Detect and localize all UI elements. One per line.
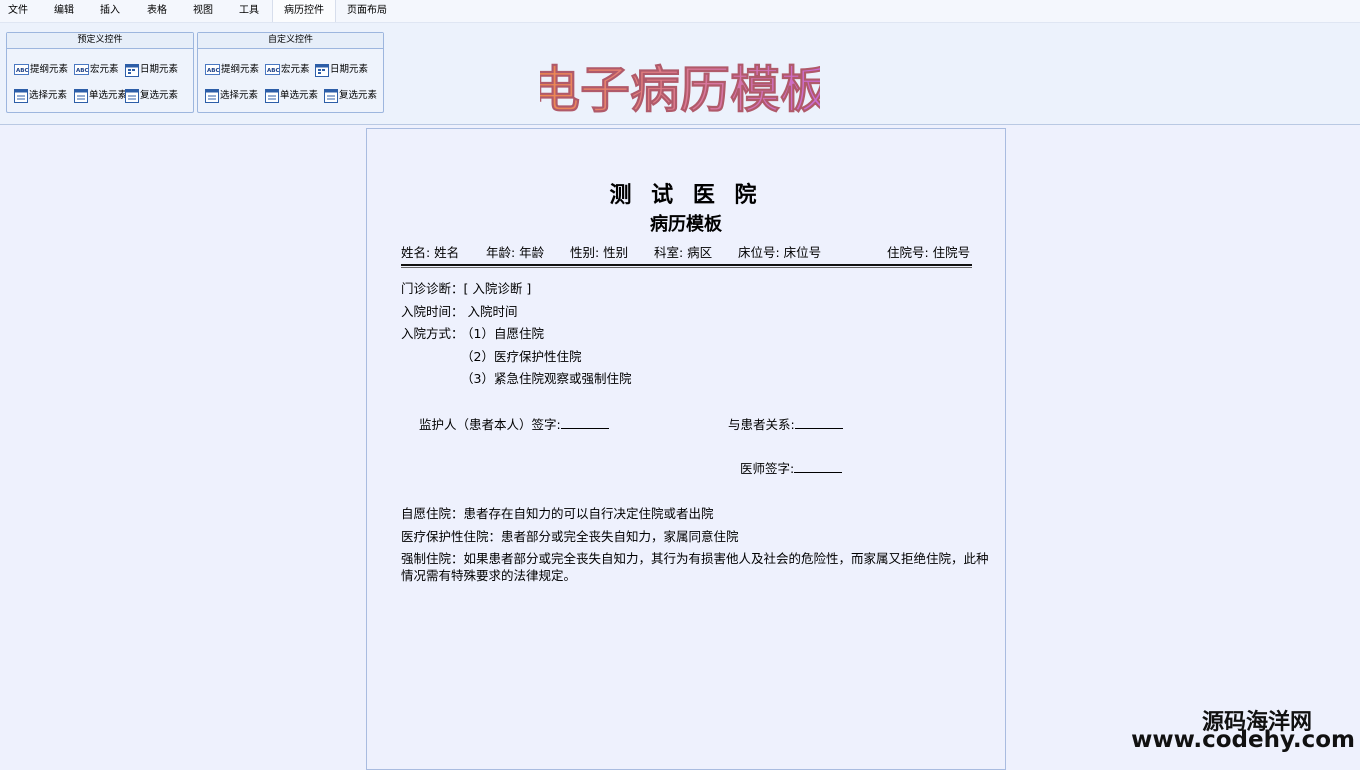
abc-field-icon: ABC bbox=[14, 64, 29, 75]
predefined-radio-button[interactable]: 单选元素 bbox=[74, 88, 127, 104]
button-label: 选择元素 bbox=[220, 90, 259, 101]
button-label: 宏元素 bbox=[281, 64, 310, 75]
doctor-signature-label: 医师签字: bbox=[740, 461, 795, 476]
admission-mode-option[interactable]: （1）自愿住院 bbox=[461, 323, 544, 342]
relation-label: 与患者关系: bbox=[728, 417, 795, 432]
custom-radio-button[interactable]: 单选元素 bbox=[265, 88, 318, 104]
menu-bar: 文件 编辑 插入 表格 视图 工具 病历控件 页面布局 bbox=[0, 0, 1360, 23]
outpatient-diagnosis[interactable]: 门诊诊断：[ 入院诊断 ] bbox=[401, 278, 531, 297]
menu-tools[interactable]: 工具 bbox=[231, 0, 267, 22]
svg-text:ABC: ABC bbox=[207, 68, 220, 74]
abc-field-icon: ABC bbox=[265, 64, 280, 75]
date-field-icon bbox=[125, 63, 139, 77]
predefined-select-button[interactable]: 选择元素 bbox=[14, 88, 67, 104]
svg-text:ABC: ABC bbox=[267, 68, 280, 74]
guardian-signature[interactable]: 监护人（患者本人）签字: bbox=[419, 414, 609, 433]
select-field-icon bbox=[324, 88, 338, 103]
predefined-outline-button[interactable]: ABC 提纲元素 bbox=[14, 62, 68, 78]
field-bed[interactable]: 床位号: 床位号 bbox=[738, 242, 821, 261]
button-label: 提纲元素 bbox=[30, 64, 69, 75]
banner-title: 电子病历模板 bbox=[540, 61, 820, 120]
button-label: 单选元素 bbox=[280, 90, 319, 101]
admission-mode-label: 入院方式： bbox=[401, 326, 464, 341]
signature-blank[interactable] bbox=[560, 416, 609, 429]
custom-outline-button[interactable]: ABC 提纲元素 bbox=[205, 62, 259, 78]
guardian-signature-label: 监护人（患者本人）签字: bbox=[419, 417, 561, 432]
document-subtitle: 病历模板 bbox=[650, 214, 722, 235]
note-line: 自愿住院：患者存在自知力的可以自行决定住院或者出院 bbox=[401, 506, 714, 521]
custom-group-title: 自定义控件 bbox=[198, 33, 383, 49]
abc-field-icon: ABC bbox=[74, 64, 89, 75]
button-label: 宏元素 bbox=[90, 64, 119, 75]
menu-file[interactable]: 文件 bbox=[0, 0, 36, 22]
svg-text:ABC: ABC bbox=[76, 68, 89, 74]
button-label: 选择元素 bbox=[29, 90, 68, 101]
custom-controls-group: 自定义控件 ABC 提纲元素 ABC 宏元素 日期元素 选择元素 单选元素 复选元素 bbox=[197, 32, 384, 113]
signature-blank[interactable] bbox=[794, 416, 843, 429]
svg-text:ABC: ABC bbox=[16, 68, 29, 74]
header-divider-thin bbox=[401, 267, 972, 268]
admission-mode-option[interactable]: （3）紧急住院观察或强制住院 bbox=[461, 368, 631, 387]
menu-emr-controls[interactable]: 病历控件 bbox=[272, 0, 336, 22]
field-admission-no[interactable]: 住院号: 住院号 bbox=[887, 242, 970, 261]
button-label: 单选元素 bbox=[89, 90, 128, 101]
doctor-signature[interactable]: 医师签字: bbox=[740, 458, 843, 477]
button-label: 日期元素 bbox=[330, 64, 369, 75]
admission-mode-option[interactable]: （2）医疗保护性住院 bbox=[461, 346, 581, 365]
button-label: 复选元素 bbox=[140, 90, 179, 101]
field-department[interactable]: 科室: 病区 bbox=[654, 242, 712, 261]
predefined-checkbox-button[interactable]: 复选元素 bbox=[125, 88, 178, 104]
select-field-icon bbox=[205, 88, 219, 103]
select-field-icon bbox=[14, 88, 28, 103]
predefined-macro-button[interactable]: ABC 宏元素 bbox=[74, 62, 119, 78]
predefined-controls-group: 预定义控件 ABC 提纲元素 ABC 宏元素 日期元素 选择元素 单选元素 复选元素 bbox=[6, 32, 194, 113]
field-gender[interactable]: 性别: 性别 bbox=[570, 242, 628, 261]
abc-field-icon: ABC bbox=[205, 64, 220, 75]
custom-date-button[interactable]: 日期元素 bbox=[315, 62, 368, 78]
menu-insert[interactable]: 插入 bbox=[92, 0, 128, 22]
ribbon: 预定义控件 ABC 提纲元素 ABC 宏元素 日期元素 选择元素 单选元素 复选元素… bbox=[0, 23, 1360, 125]
custom-select-button[interactable]: 选择元素 bbox=[205, 88, 258, 104]
predefined-group-title: 预定义控件 bbox=[7, 33, 193, 49]
button-label: 提纲元素 bbox=[221, 64, 260, 75]
custom-macro-button[interactable]: ABC 宏元素 bbox=[265, 62, 310, 78]
menu-view[interactable]: 视图 bbox=[185, 0, 221, 22]
admission-time[interactable]: 入院时间： 入院时间 bbox=[401, 301, 517, 320]
button-label: 日期元素 bbox=[140, 64, 179, 75]
field-name[interactable]: 姓名: 姓名 bbox=[401, 242, 459, 261]
document-page[interactable]: 测 试 医 院 病历模板 姓名: 姓名 年龄: 年龄 性别: 性别 科室: 病区… bbox=[366, 128, 1006, 770]
select-field-icon bbox=[74, 88, 88, 103]
banner-text: 电子病历模板 bbox=[540, 61, 820, 119]
hospital-name: 测 试 医 院 bbox=[609, 182, 763, 208]
button-label: 复选元素 bbox=[339, 90, 378, 101]
menu-edit[interactable]: 编辑 bbox=[46, 0, 82, 22]
note-line: 医疗保护性住院：患者部分或完全丧失自知力，家属同意住院 bbox=[401, 529, 739, 544]
menu-table[interactable]: 表格 bbox=[139, 0, 175, 22]
header-divider bbox=[401, 264, 972, 266]
note-line: 情况需有特殊要求的法律规定。 bbox=[401, 568, 577, 583]
date-field-icon bbox=[315, 63, 329, 77]
menu-page-layout[interactable]: 页面布局 bbox=[341, 0, 393, 22]
relation-field[interactable]: 与患者关系: bbox=[728, 414, 843, 433]
custom-checkbox-button[interactable]: 复选元素 bbox=[324, 88, 377, 104]
field-age[interactable]: 年龄: 年龄 bbox=[486, 242, 544, 261]
signature-blank[interactable] bbox=[794, 460, 843, 473]
select-field-icon bbox=[265, 88, 279, 103]
select-field-icon bbox=[125, 88, 139, 103]
predefined-date-button[interactable]: 日期元素 bbox=[125, 62, 178, 78]
watermark-url: www.codehy.com bbox=[1131, 727, 1355, 753]
